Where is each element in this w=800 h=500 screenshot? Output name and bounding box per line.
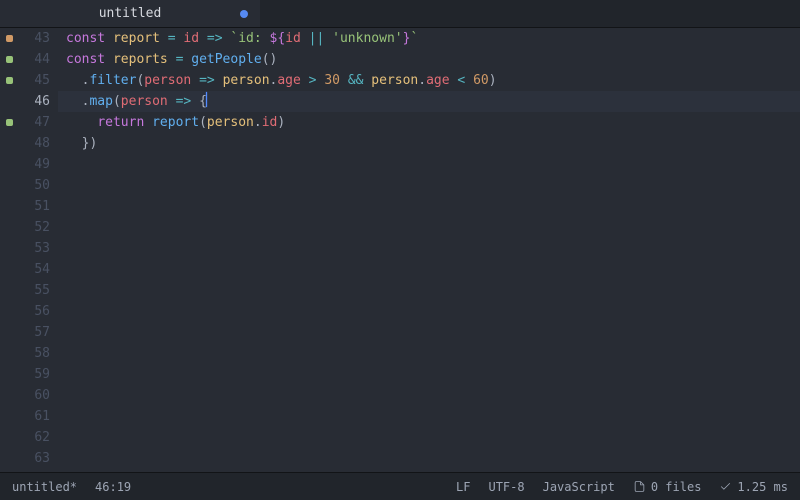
code-line[interactable] [58, 448, 800, 469]
git-marker-icon [6, 119, 13, 126]
code-line[interactable] [58, 238, 800, 259]
code-line[interactable]: const reports = getPeople() [58, 49, 800, 70]
line-number[interactable]: 45 [18, 70, 50, 91]
marker-slot [0, 427, 18, 448]
code-line[interactable] [58, 385, 800, 406]
code-line[interactable] [58, 217, 800, 238]
line-number[interactable]: 56 [18, 301, 50, 322]
code-line[interactable] [58, 364, 800, 385]
code-line[interactable] [58, 196, 800, 217]
line-number[interactable]: 58 [18, 343, 50, 364]
line-number[interactable]: 50 [18, 175, 50, 196]
marker-slot [0, 28, 18, 49]
code-line[interactable] [58, 280, 800, 301]
line-number[interactable]: 59 [18, 364, 50, 385]
line-number[interactable]: 44 [18, 49, 50, 70]
status-language[interactable]: JavaScript [543, 480, 615, 494]
status-encoding[interactable]: UTF-8 [488, 480, 524, 494]
code-line[interactable] [58, 427, 800, 448]
marker-slot [0, 301, 18, 322]
marker-slot [0, 175, 18, 196]
line-number[interactable]: 55 [18, 280, 50, 301]
text-cursor [206, 92, 207, 107]
file-icon [633, 480, 646, 493]
line-number[interactable]: 51 [18, 196, 50, 217]
status-eol[interactable]: LF [456, 480, 470, 494]
git-marker-icon [6, 35, 13, 42]
status-bar: untitled* 46:19 LF UTF-8 JavaScript 0 fi… [0, 472, 800, 500]
marker-slot [0, 133, 18, 154]
marker-slot [0, 70, 18, 91]
marker-slot [0, 343, 18, 364]
status-files-text: 0 files [651, 480, 702, 494]
marker-slot [0, 385, 18, 406]
code-line[interactable] [58, 259, 800, 280]
code-line[interactable]: }) [58, 133, 800, 154]
line-number[interactable]: 47 [18, 112, 50, 133]
marker-slot [0, 154, 18, 175]
status-filename[interactable]: untitled* [12, 480, 77, 494]
marker-slot [0, 196, 18, 217]
line-number[interactable]: 63 [18, 448, 50, 469]
line-number[interactable]: 52 [18, 217, 50, 238]
line-number-gutter[interactable]: 4344454647484950515253545556575859606162… [18, 28, 58, 472]
marker-slot [0, 49, 18, 70]
code-line[interactable] [58, 154, 800, 175]
marker-slot [0, 91, 18, 112]
tab-bar: untitled [0, 0, 800, 28]
marker-slot [0, 364, 18, 385]
marker-slot [0, 259, 18, 280]
code-line[interactable]: const report = id => `id: ${id || 'unkno… [58, 28, 800, 49]
line-number[interactable]: 46 [18, 91, 50, 112]
marker-slot [0, 238, 18, 259]
marker-slot [0, 448, 18, 469]
status-cursor-pos[interactable]: 46:19 [95, 480, 131, 494]
marker-column [0, 28, 18, 472]
line-number[interactable]: 62 [18, 427, 50, 448]
line-number[interactable]: 60 [18, 385, 50, 406]
code-line[interactable] [58, 175, 800, 196]
tab-title: untitled [99, 6, 162, 21]
line-number[interactable]: 48 [18, 133, 50, 154]
line-number[interactable]: 57 [18, 322, 50, 343]
line-number[interactable]: 43 [18, 28, 50, 49]
code-line[interactable] [58, 301, 800, 322]
editor: 4344454647484950515253545556575859606162… [0, 28, 800, 472]
modified-dot-icon [240, 10, 248, 18]
marker-slot [0, 322, 18, 343]
line-number[interactable]: 54 [18, 259, 50, 280]
line-number[interactable]: 49 [18, 154, 50, 175]
line-number[interactable]: 61 [18, 406, 50, 427]
marker-slot [0, 280, 18, 301]
status-files[interactable]: 0 files [633, 480, 702, 494]
line-number[interactable]: 53 [18, 238, 50, 259]
code-line[interactable] [58, 343, 800, 364]
status-timing[interactable]: 1.25 ms [719, 480, 788, 494]
code-line[interactable] [58, 322, 800, 343]
status-timing-text: 1.25 ms [737, 480, 788, 494]
tab-untitled[interactable]: untitled [0, 0, 260, 27]
code-area[interactable]: const report = id => `id: ${id || 'unkno… [58, 28, 800, 472]
code-line[interactable]: .filter(person => person.age > 30 && per… [58, 70, 800, 91]
code-line[interactable]: .map(person => { [58, 91, 800, 112]
marker-slot [0, 406, 18, 427]
code-line[interactable]: return report(person.id) [58, 112, 800, 133]
code-line[interactable] [58, 406, 800, 427]
git-marker-icon [6, 77, 13, 84]
marker-slot [0, 217, 18, 238]
check-icon [719, 480, 732, 493]
git-marker-icon [6, 56, 13, 63]
marker-slot [0, 112, 18, 133]
